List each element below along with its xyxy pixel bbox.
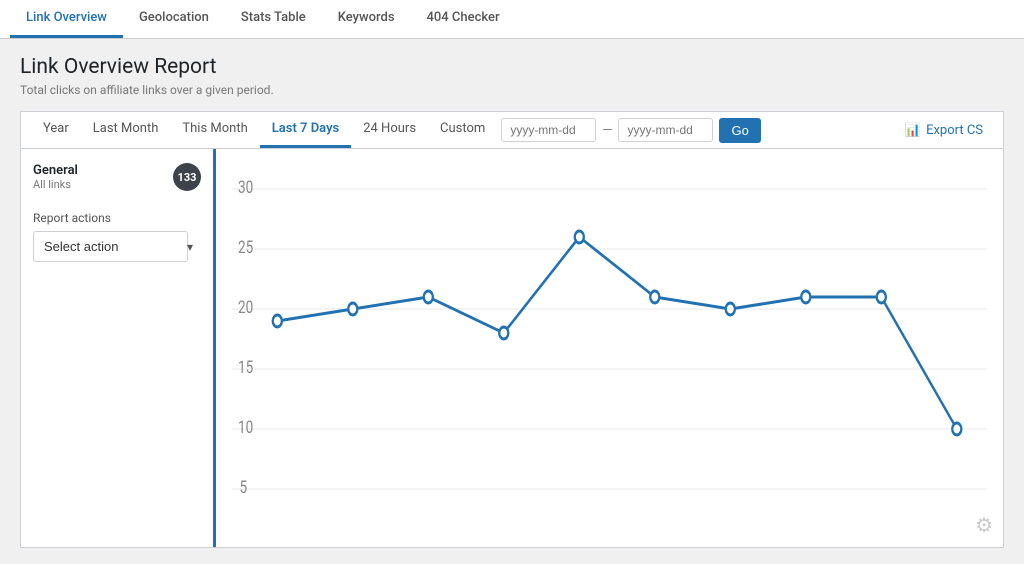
sidebar-group-sub: All links (33, 178, 78, 191)
chart-line (277, 237, 957, 429)
date-from-input[interactable] (501, 118, 596, 142)
period-tab-this-month[interactable]: This Month (170, 112, 259, 148)
y-label-15: 15 (238, 356, 253, 377)
tab-stats-table[interactable]: Stats Table (225, 0, 322, 38)
sidebar-group-title: General (33, 163, 78, 178)
report-actions-label: Report actions (33, 211, 201, 225)
date-to-input[interactable] (618, 118, 713, 142)
select-action-dropdown[interactable]: Select action Export CSV Export PDF (33, 231, 188, 262)
y-label-5: 5 (240, 476, 248, 497)
select-action-wrapper: Select action Export CSV Export PDF (33, 231, 201, 262)
sidebar-general-group: General All links 133 (33, 163, 201, 191)
period-tab-year[interactable]: Year (31, 112, 81, 148)
chart-point-7 (726, 303, 735, 315)
period-tab-24-hours[interactable]: 24 Hours (351, 112, 428, 148)
tab-keywords[interactable]: Keywords (322, 0, 411, 38)
page-subtitle: Total clicks on affiliate links over a g… (20, 83, 1004, 97)
export-label: Export CS (926, 123, 983, 138)
main-content: Link Overview Report Total clicks on aff… (0, 39, 1024, 564)
report-sidebar: General All links 133 Report actions Sel… (21, 149, 216, 547)
line-chart: 30 25 20 15 10 5 (232, 159, 987, 519)
report-body: General All links 133 Report actions Sel… (20, 148, 1004, 548)
tab-link-overview[interactable]: Link Overview (10, 0, 123, 38)
chart-point-3 (424, 291, 433, 303)
y-label-30: 30 (238, 176, 253, 197)
go-button[interactable]: Go (719, 118, 760, 143)
export-csv-button[interactable]: 📊 Export CS (895, 123, 993, 138)
sidebar-badge: 133 (173, 163, 201, 191)
chart-area: 30 25 20 15 10 5 (216, 149, 1003, 547)
chart-point-8 (801, 291, 810, 303)
y-label-25: 25 (238, 236, 253, 257)
chart-point-1 (273, 315, 282, 327)
tab-404-checker[interactable]: 404 Checker (411, 0, 516, 38)
page-title: Link Overview Report (20, 55, 1004, 79)
tab-geolocation[interactable]: Geolocation (123, 0, 225, 38)
y-label-20: 20 (238, 296, 253, 317)
top-navigation: Link Overview Geolocation Stats Table Ke… (0, 0, 1024, 39)
export-icon: 📊 (905, 123, 921, 138)
chart-point-4 (499, 327, 508, 339)
gear-icon[interactable]: ⚙ (975, 513, 993, 537)
sidebar-report-actions: Report actions Select action Export CSV … (33, 211, 201, 262)
chart-point-5 (575, 231, 584, 243)
custom-date-inputs: — Go (501, 118, 761, 143)
period-tab-custom[interactable]: Custom (428, 112, 497, 148)
date-range-dash: — (602, 123, 612, 138)
period-tab-last-month[interactable]: Last Month (81, 112, 171, 148)
period-tabs-bar: Year Last Month This Month Last 7 Days 2… (20, 111, 1004, 148)
sidebar-group-info: General All links (33, 163, 78, 191)
chart-point-6 (650, 291, 659, 303)
chart-point-10 (952, 423, 961, 435)
period-tab-last-7-days[interactable]: Last 7 Days (260, 112, 351, 148)
chart-point-9 (877, 291, 886, 303)
y-label-10: 10 (238, 416, 253, 437)
chart-point-2 (348, 303, 357, 315)
sidebar-group-header: General All links 133 (33, 163, 201, 191)
